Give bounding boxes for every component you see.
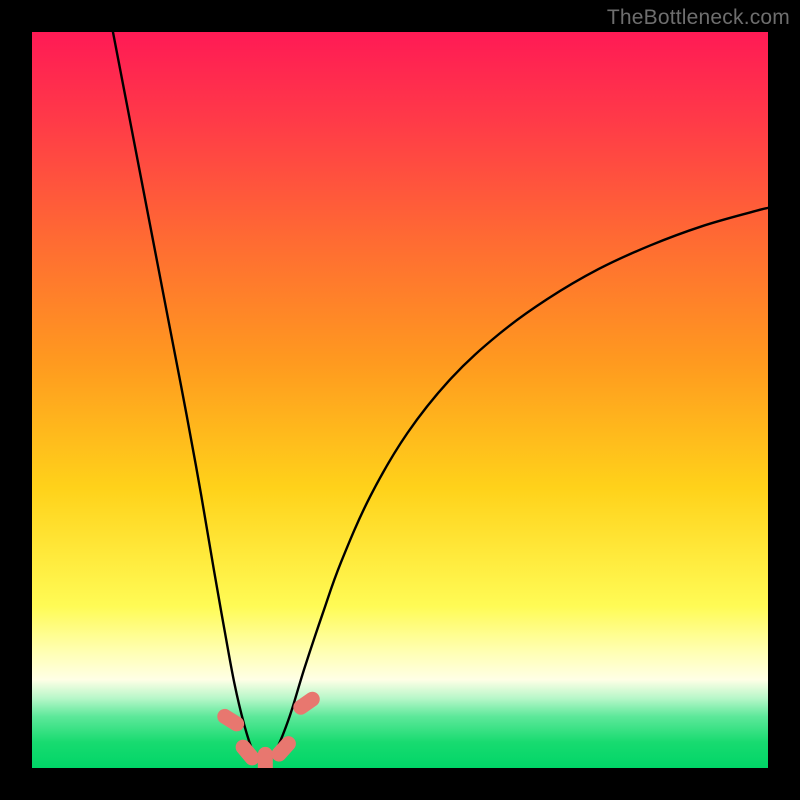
curve-marker: [258, 747, 272, 768]
gradient-background: [32, 32, 768, 768]
watermark-text: TheBottleneck.com: [607, 6, 790, 30]
chart-frame: TheBottleneck.com: [0, 0, 800, 800]
plot-area: [32, 32, 768, 768]
plot-svg: [32, 32, 768, 768]
